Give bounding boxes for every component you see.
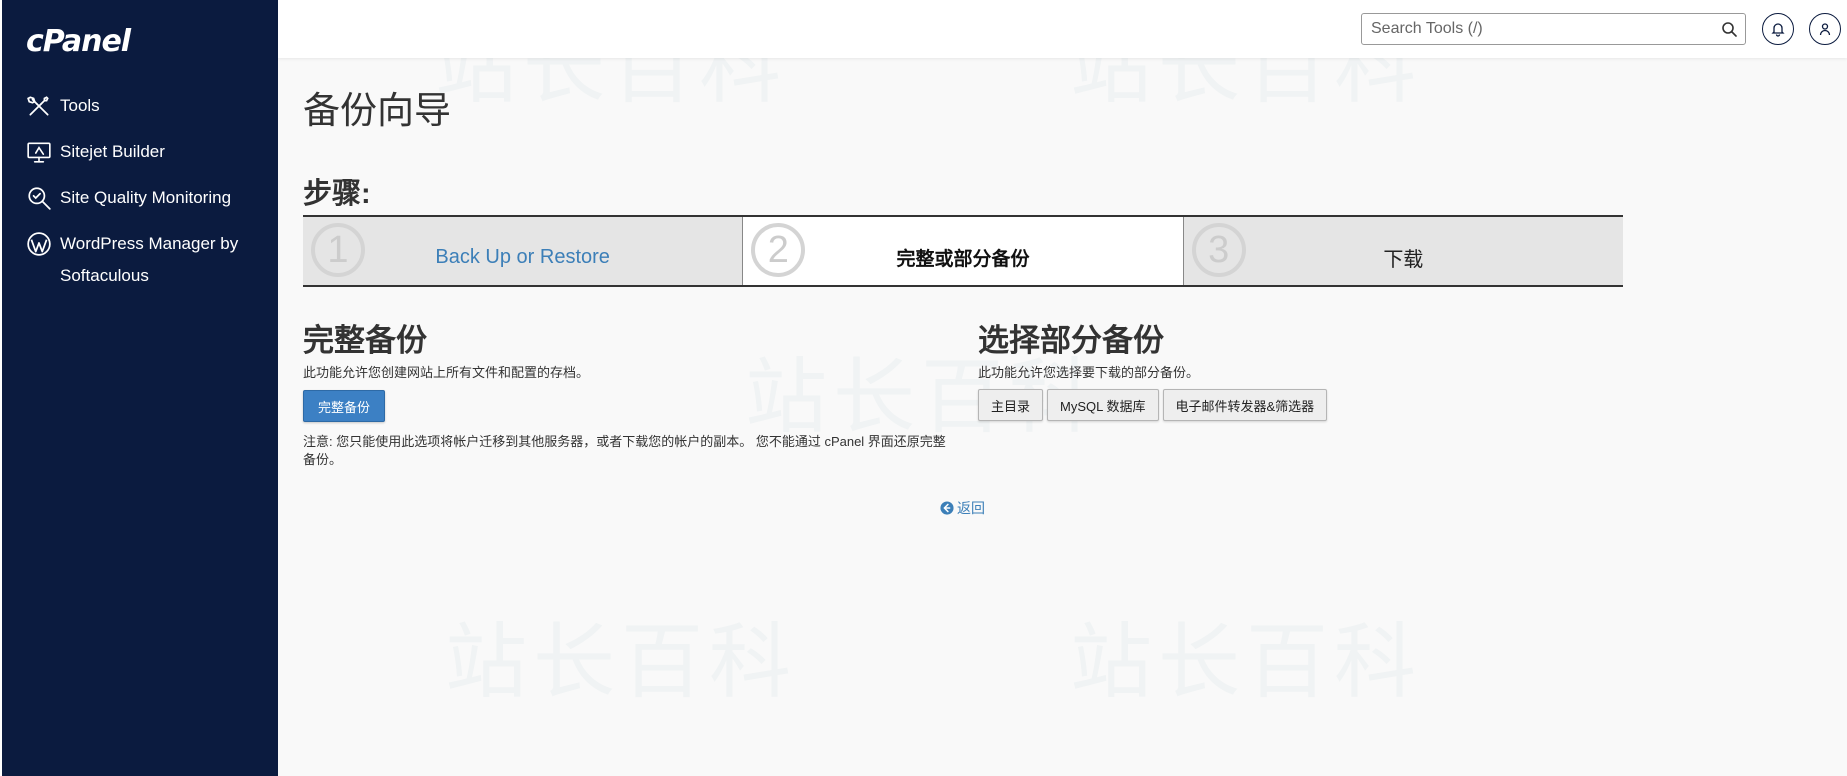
tools-icon (26, 93, 52, 119)
partial-backup-description: 此功能允许您选择要下载的部分备份。 (978, 365, 1200, 380)
wordpress-icon (26, 231, 52, 257)
monitor-icon (26, 139, 52, 165)
page-title: 备份向导 (303, 90, 451, 131)
arrow-left-circle-icon (940, 501, 954, 515)
notifications-button[interactable] (1762, 13, 1794, 45)
search-input[interactable] (1362, 14, 1702, 44)
back-link-label: 返回 (957, 500, 985, 516)
step-number: 1 (311, 223, 365, 277)
search-icon[interactable] (1721, 21, 1737, 37)
full-backup-description: 此功能允许您创建网站上所有文件和配置的存档。 (303, 365, 590, 380)
step-number: 2 (751, 223, 806, 277)
watermark: 站长百科 (1070, 615, 1423, 710)
step-3-download: 3 下载 (1182, 217, 1623, 285)
email-forwarders-filters-button[interactable]: 电子邮件转发器&筛选器 (1162, 389, 1328, 421)
back-link[interactable]: 返回 (940, 498, 985, 518)
full-backup-note: 注意: 您只能使用此选项将帐户迁移到其他服务器，或者下载您的帐户的副本。 您不能… (303, 434, 946, 467)
full-backup-title: 完整备份 (303, 323, 427, 358)
cpanel-logo[interactable]: cPanel (26, 24, 131, 59)
step-label: 完整或部分备份 (896, 248, 1030, 270)
partial-backup-title: 选择部分备份 (978, 323, 1164, 358)
step-2-full-or-partial-backup: 2 完整或部分备份 (742, 217, 1183, 285)
search-box[interactable] (1361, 13, 1746, 45)
steps-title: 步骤: (303, 178, 371, 210)
sidebar-nav: Tools Sitejet Builder Site Quality Monit… (26, 90, 266, 306)
sidebar-item-sitejet-builder[interactable]: Sitejet Builder (26, 136, 266, 168)
step-1-back-up-or-restore[interactable]: 1 Back Up or Restore (303, 217, 743, 285)
full-backup-button[interactable]: 完整备份 (303, 390, 385, 422)
sidebar-item-label: Sitejet Builder (60, 142, 165, 161)
watermark: 站长百科 (445, 615, 798, 710)
sidebar-item-site-quality-monitoring[interactable]: Site Quality Monitoring (26, 182, 266, 214)
step-number: 3 (1191, 223, 1246, 277)
user-menu-button[interactable] (1809, 13, 1841, 45)
sidebar-item-label: WordPress Manager by Softaculous (60, 234, 239, 285)
step-label: Back Up or Restore (435, 245, 610, 268)
step-label: 下载 (1383, 248, 1424, 271)
sidebar-item-label: Tools (60, 96, 100, 115)
home-directory-button[interactable]: 主目录 (978, 389, 1044, 421)
sidebar: cPanel Tools Sitejet Builder Site Qualit… (0, 0, 278, 776)
sidebar-item-label: Site Quality Monitoring (60, 188, 232, 207)
user-icon (1819, 23, 1831, 36)
bell-icon (1771, 23, 1785, 37)
sidebar-item-tools[interactable]: Tools (26, 90, 266, 122)
top-header (278, 0, 1847, 58)
mysql-databases-button[interactable]: MySQL 数据库 (1047, 389, 1159, 421)
wizard-steps: 1 Back Up or Restore 2 完整或部分备份 3 下载 (303, 215, 1623, 287)
partial-backup-buttons: 主目录 MySQL 数据库 电子邮件转发器&筛选器 (978, 389, 1328, 421)
sidebar-item-wordpress-manager[interactable]: WordPress Manager by Softaculous (26, 228, 266, 292)
magnifier-icon (26, 185, 52, 211)
